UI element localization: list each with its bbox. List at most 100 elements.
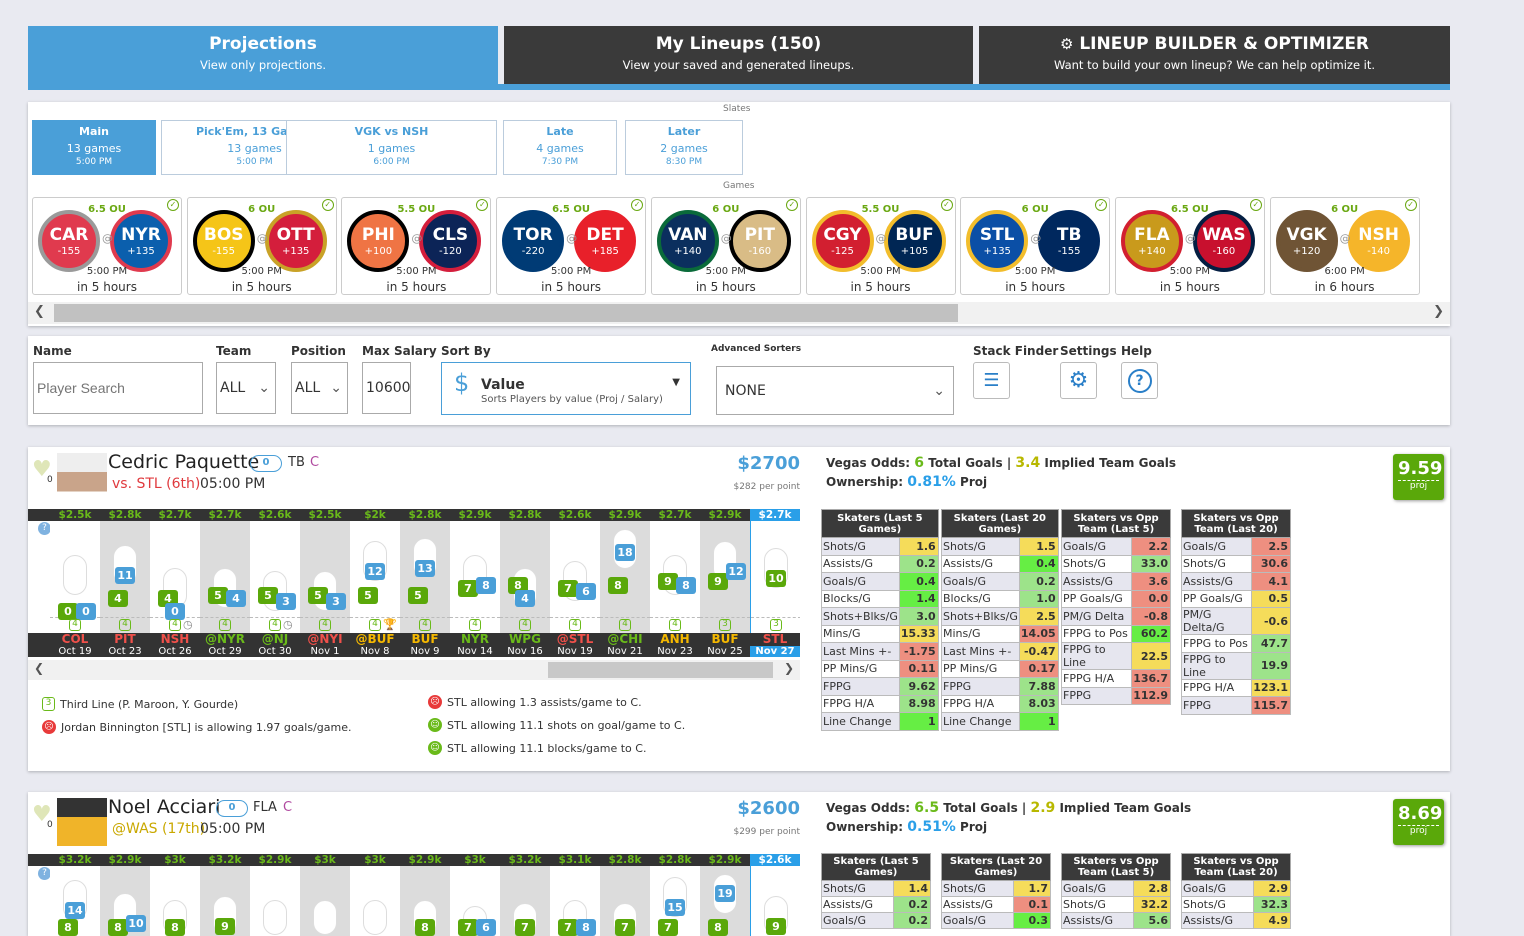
note-item: ☺ STL allowing 11.1 blocks/game to C.	[428, 741, 646, 755]
scroll-right-icon[interactable]: ❯	[784, 661, 794, 675]
game-column[interactable]: $2.9k 8 19	[700, 854, 750, 936]
position-select[interactable]: ALL ⌄	[291, 362, 348, 414]
check-icon[interactable]: ✓	[1249, 199, 1262, 211]
slate-button[interactable]: VGK vs NSH 1 games 6:00 PM	[286, 120, 497, 175]
game-date: Nov 8	[360, 646, 390, 657]
stack-finder-button[interactable]: ☰	[973, 362, 1010, 399]
game-column[interactable]: $2.6k 5 3 4 ◷ @NJ Oct 30	[250, 509, 300, 657]
slate-button[interactable]: Later 2 games 8:30 PM	[625, 120, 743, 175]
player-search-input[interactable]	[33, 362, 203, 414]
tab-lineup-builder[interactable]: ⚙ LINEUP BUILDER & OPTIMIZER Want to bui…	[979, 26, 1450, 84]
game-column[interactable]: $2.8k 4 11 4 PIT Oct 23	[100, 509, 150, 657]
game-column[interactable]: $3k 7 6	[450, 854, 500, 936]
game-column[interactable]: $3.2k 9	[200, 854, 250, 936]
game-column[interactable]: $2.7k 9 8 4 ANH Nov 23	[650, 509, 700, 657]
game-column[interactable]: $2.9k 8 10	[100, 854, 150, 936]
stat-label: Shots/G	[1061, 896, 1134, 913]
table-row: Shots/G 32.3	[1181, 896, 1291, 913]
game-column[interactable]: $2.8k 7 15	[650, 854, 700, 936]
comments-bubble[interactable]: 0	[216, 800, 248, 817]
stat-label: PM/G Delta/G	[1180, 607, 1253, 635]
player-team: FLA	[253, 800, 277, 815]
sort-select[interactable]: $ Value Sorts Players by value (Proj / S…	[441, 362, 691, 415]
game-column[interactable]: $2.5k 0 0 4 COL Oct 19	[50, 509, 100, 657]
check-icon[interactable]: ✓	[167, 199, 179, 211]
stat-value: 0.17	[1018, 659, 1059, 678]
player-name[interactable]: Cedric Paquette	[108, 451, 259, 473]
game-card[interactable]: 6.5 OU ✓ CAR -155 NYR +135 @5:00 PM in 5 hours	[32, 197, 182, 295]
help-button[interactable]: ?	[1121, 362, 1158, 399]
check-icon[interactable]: ✓	[631, 199, 644, 211]
team-select[interactable]: ALL ⌄	[216, 362, 276, 414]
matchup[interactable]: vs. STL (6th)	[112, 476, 200, 492]
game-column[interactable]: $2.6k 7 6 4 @STL Nov 19	[550, 509, 600, 657]
player-name[interactable]: Noel Acciari	[108, 796, 220, 818]
stats-table: Skaters (Last 5 Games) Shots/G 1.6 Assists/…	[821, 509, 939, 731]
max-salary-input[interactable]: 10600	[362, 362, 411, 414]
stat-value: -0.8	[1131, 607, 1171, 626]
advanced-sorters-select[interactable]: NONE ⌄	[716, 366, 954, 415]
game-column[interactable]: $2.9k 8	[400, 854, 450, 936]
game-column[interactable]: $2.5k 5 3 4 @NYI Nov 1	[300, 509, 350, 657]
fantasy-points: 5	[208, 586, 228, 604]
game-card[interactable]: 6.5 OU ✓ FLA +140 WAS -160 @5:00 PM in 5 hours	[1114, 197, 1265, 295]
slate-button[interactable]: Late 4 games 7:30 PM	[503, 120, 617, 175]
slate-button[interactable]: Main 13 games 5:00 PM	[32, 120, 156, 175]
slates-label: Slates	[723, 104, 751, 114]
game-column[interactable]: $3.1k 7 8	[550, 854, 600, 936]
game-card[interactable]: 6.5 OU ✓ TOR -220 DET +185 @5:00 PM in 5 hours	[496, 197, 647, 295]
chart-scrollbar[interactable]: ❮ ❯	[28, 660, 800, 680]
game-card[interactable]: 6 OU ✓ STL +135 TB -155 @5:00 PM in 5 hours	[960, 197, 1111, 295]
game-column[interactable]: $2.9k 8 18 4 @CHI Nov 21	[600, 509, 650, 657]
settings-button[interactable]: ⚙	[1060, 362, 1097, 399]
projection-label: proj	[1409, 481, 1428, 491]
games-scrollbar[interactable]: ❮ ❯	[28, 302, 1450, 324]
game-time: 5:00 PM	[550, 266, 592, 277]
game-column[interactable]: $2.8k 5 13 4 BUF Nov 9	[400, 509, 450, 657]
game-column[interactable]: $3.2k 7	[500, 854, 550, 936]
game-card[interactable]: 6 OU ✓ BOS -155 OTT +135 @5:00 PM in 5 hours	[186, 197, 337, 295]
player-card: ♥ 0 Noel Acciari 0 FLA C @WAS (17th) 05:00 PM $2…	[28, 792, 1450, 936]
scrollbar-thumb[interactable]	[548, 662, 773, 678]
game-column[interactable]: $3.2k 8 14	[50, 854, 100, 936]
game-column[interactable]: $2k 5 12 4 🏆 @BUF Nov 8	[350, 509, 400, 657]
game-card[interactable]: 5.5 OU ✓ CGY -125 BUF +105 @5:00 PM in 5 hours	[805, 197, 956, 295]
check-icon[interactable]: ✓	[1404, 199, 1417, 211]
slate-name: Late	[546, 125, 574, 138]
game-column[interactable]: $2.8k 8 4 4 WPG Nov 16	[500, 509, 550, 657]
game-column[interactable]: $2.9k	[250, 854, 300, 936]
scroll-right-icon[interactable]: ❯	[1433, 304, 1444, 319]
scroll-left-icon[interactable]: ❮	[34, 304, 45, 319]
stat-label: FPPG	[1060, 686, 1133, 705]
tab-projections[interactable]: Projections View only projections.	[28, 26, 498, 84]
total-label: Total Goals	[943, 801, 1018, 815]
game-column[interactable]: $2.7k 4 0 4 ◷ NSH Oct 26	[150, 509, 200, 657]
comments-bubble[interactable]: 0	[250, 455, 282, 472]
game-card[interactable]: 6 OU ✓ VGK +120 NSH -140 @6:00 PM in 6 hours	[1269, 197, 1420, 295]
stat-value: 0.2	[898, 554, 939, 573]
shots-value: 3	[326, 593, 346, 611]
game-column[interactable]: $3k 8	[150, 854, 200, 936]
game-column[interactable]: $2.7k 5 4 4 @NYR Oct 29	[200, 509, 250, 657]
scroll-left-icon[interactable]: ❮	[34, 661, 44, 675]
game-card[interactable]: 5.5 OU ✓ PHI +100 CLS -120 @5:00 PM in 5 hours	[341, 197, 492, 295]
game-card[interactable]: 6 OU ✓ VAN +140 PIT -160 @5:00 PM in 5 hours	[650, 197, 801, 295]
game-column[interactable]: $2.6k 9	[750, 854, 800, 936]
game-column[interactable]: $2.7k 10 3 STL Nov 27	[750, 509, 800, 657]
game-column[interactable]: $2.9k 9 12 3 BUF Nov 25	[700, 509, 750, 657]
game-column[interactable]: $3k	[300, 854, 350, 936]
check-icon[interactable]: ✓	[785, 199, 798, 211]
tab-my-lineups[interactable]: My Lineups (150) View your saved and gen…	[504, 26, 973, 84]
check-icon[interactable]: ✓	[321, 199, 334, 211]
game-column[interactable]: $2.8k 7	[600, 854, 650, 936]
game-column[interactable]: $3k	[350, 854, 400, 936]
game-salary: $2.7k	[650, 509, 700, 521]
vegas-odds: Vegas Odds: 6.5 Total Goals | 2.9 Implie…	[826, 800, 1192, 816]
game-column[interactable]: $2.9k 7 8 4 NYR Nov 14	[450, 509, 500, 657]
fantasy-points: 7	[458, 919, 478, 936]
scrollbar-thumb[interactable]	[54, 304, 958, 322]
matchup[interactable]: @WAS (17th)	[112, 821, 205, 837]
check-icon[interactable]: ✓	[940, 199, 953, 211]
stat-label: Shots/G	[1060, 554, 1133, 573]
table-row: FPPG 9.62	[821, 677, 939, 696]
